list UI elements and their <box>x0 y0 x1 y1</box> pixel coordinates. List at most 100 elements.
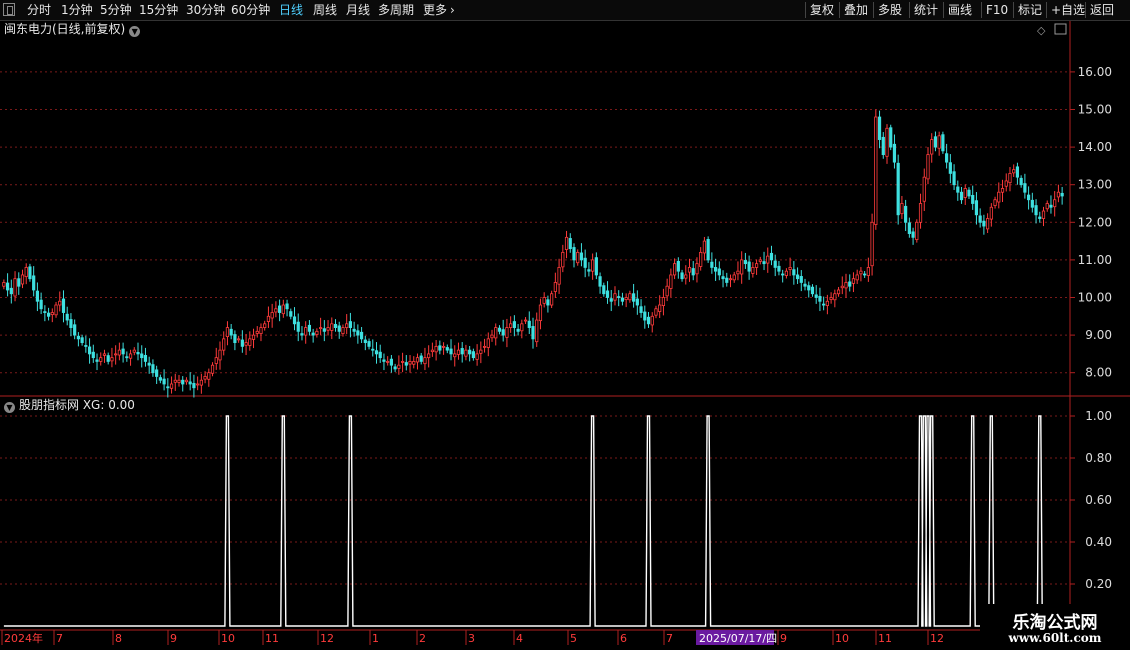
main-chart-title: 闽东电力(日线,前复权) ▼ <box>4 21 141 37</box>
indicator-tick-label: 0.20 <box>1085 577 1112 591</box>
candle-body <box>661 297 666 306</box>
candle-body <box>564 236 569 250</box>
candle-body <box>408 361 412 365</box>
candle-body <box>441 345 446 348</box>
candle-body <box>453 353 457 358</box>
candle-body <box>50 312 54 316</box>
candle-body <box>620 297 625 302</box>
candle-body <box>367 341 371 347</box>
candle-body <box>1027 194 1031 201</box>
candle-body <box>1019 177 1023 186</box>
candle-body <box>188 381 192 385</box>
candle-body <box>766 255 770 264</box>
candle-body <box>169 383 174 389</box>
candle-body <box>818 295 822 302</box>
candle-body <box>553 282 557 292</box>
candle-body <box>337 325 341 332</box>
indicator-title-text: 股朋指标网 XG: 0.00 <box>19 398 135 412</box>
time-axis-label: 7 <box>666 632 673 645</box>
candle-body <box>863 273 867 276</box>
candle-body <box>911 231 915 238</box>
candle-body <box>915 221 919 240</box>
candle-body <box>989 206 993 220</box>
candle-body <box>769 252 774 261</box>
candle-body <box>594 257 598 276</box>
candle-body <box>561 251 565 268</box>
candle-body <box>736 270 740 275</box>
candle-body <box>535 319 539 343</box>
candle-body <box>270 312 274 319</box>
candle-body <box>1004 180 1008 187</box>
candle-body <box>102 353 107 356</box>
time-axis-label: 4 <box>516 632 523 645</box>
candle-body <box>1015 166 1020 178</box>
candle-body <box>359 331 364 340</box>
candle-body <box>728 278 733 281</box>
candle-body <box>110 357 114 362</box>
candle-body <box>732 274 736 281</box>
candle-body <box>687 267 692 273</box>
candle-body <box>415 357 420 363</box>
candle-body <box>46 312 51 317</box>
chevron-down-icon[interactable]: ▼ <box>129 26 141 37</box>
candle-body <box>296 321 300 332</box>
candle-body <box>509 323 513 328</box>
candle-body <box>348 321 353 328</box>
candle-body <box>95 359 99 362</box>
time-axis-label: 12 <box>930 632 944 645</box>
candle-body <box>326 327 330 331</box>
candle-body <box>315 330 319 335</box>
candle-body <box>937 135 941 149</box>
candle-body <box>874 116 878 225</box>
candle-body <box>956 186 960 193</box>
candle-body <box>494 327 498 339</box>
candle-body <box>173 379 177 383</box>
chevron-down-icon[interactable]: ▼ <box>4 402 15 413</box>
indicator-title: ▼ 股朋指标网 XG: 0.00 <box>4 397 135 413</box>
price-tick-label: 12.00 <box>1078 215 1112 229</box>
time-axis-label: 9 <box>780 632 787 645</box>
candle-body <box>773 260 777 268</box>
candle-body <box>713 267 718 272</box>
candle-body <box>184 379 189 383</box>
candle-body <box>248 338 252 346</box>
time-axis-label: 7 <box>56 632 63 645</box>
candle-body <box>76 335 80 340</box>
candle-body <box>121 348 125 355</box>
candle-body <box>628 293 632 301</box>
candle-body <box>948 162 952 174</box>
candle-body <box>166 386 170 389</box>
candle-body <box>318 327 323 329</box>
candle-body <box>673 263 677 276</box>
time-axis-label: 11 <box>878 632 892 645</box>
candle-body <box>795 274 800 280</box>
candle-body <box>699 251 703 267</box>
candle-body <box>214 357 218 364</box>
candle-body <box>1045 203 1049 210</box>
candle-body <box>371 348 375 351</box>
time-axis-label: 5 <box>570 632 577 645</box>
time-axis-label: 10 <box>221 632 235 645</box>
candle-body <box>352 328 356 332</box>
candle-body <box>784 270 788 276</box>
candle-body <box>945 153 949 163</box>
candle-body <box>229 328 233 336</box>
candle-body <box>80 337 84 344</box>
candle-body <box>430 349 434 353</box>
candle-body <box>814 294 818 298</box>
pane-toggle-icon <box>1054 23 1067 35</box>
candle-body <box>1008 173 1012 184</box>
candle-body <box>87 346 92 355</box>
candle-body <box>743 260 748 265</box>
candle-body <box>501 329 505 336</box>
candle-body <box>1023 183 1027 193</box>
candle-body <box>643 311 647 321</box>
candle-body <box>363 339 367 344</box>
candle-body <box>971 195 975 204</box>
candle-body <box>781 273 785 276</box>
time-axis-label: 6 <box>620 632 627 645</box>
candle-body <box>542 297 546 304</box>
candle-body <box>609 298 613 302</box>
cursor-date-label: 2025/07/17/四 <box>699 632 777 645</box>
candle-body <box>598 276 602 287</box>
